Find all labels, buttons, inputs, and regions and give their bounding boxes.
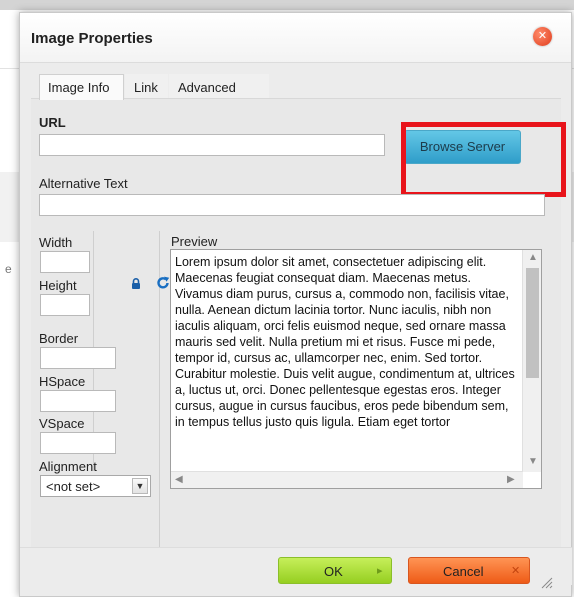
close-icon: ✕ (511, 565, 521, 577)
tab-label: Advanced (178, 80, 236, 95)
reset-size-icon[interactable] (156, 276, 170, 290)
border-input[interactable] (40, 347, 116, 369)
tab-label: Image Info (48, 80, 110, 95)
resize-grip-icon[interactable] (539, 575, 553, 589)
vspace-label: VSpace (39, 416, 85, 431)
scroll-down-icon[interactable]: ▼ (528, 456, 538, 467)
dialog-title: Image Properties (31, 30, 153, 47)
dialog-titlebar[interactable]: Image Properties ✕ (20, 13, 571, 63)
preview-label: Preview (171, 234, 218, 249)
tab-image-info[interactable]: Image Info (39, 74, 124, 100)
width-label: Width (39, 235, 73, 250)
hspace-label: HSpace (39, 374, 86, 389)
ok-label: OK (324, 564, 343, 579)
preview-box[interactable]: Lorem ipsum dolor sit amet, consectetuer… (170, 249, 542, 489)
browse-server-label: Browse Server (419, 139, 506, 154)
lock-icon[interactable] (131, 278, 141, 289)
cancel-label: Cancel (443, 564, 484, 579)
background-top-bar (0, 0, 574, 10)
border-label: Border (39, 331, 79, 346)
tab-advanced[interactable]: Advanced (169, 74, 269, 100)
vspace-input[interactable] (40, 432, 116, 454)
tab-label: Link (134, 80, 158, 95)
tab-link[interactable]: Link (125, 74, 168, 100)
ok-button[interactable]: OK ▸ (278, 557, 392, 584)
preview-vertical-scrollbar[interactable]: ▲ ▼ (522, 250, 541, 472)
url-input[interactable] (39, 134, 385, 156)
alignment-label: Alignment (39, 459, 97, 474)
height-input[interactable] (40, 294, 90, 316)
chevron-down-icon[interactable]: ▼ (132, 478, 148, 494)
alt-text-label: Alternative Text (39, 176, 128, 191)
scroll-up-icon[interactable]: ▲ (528, 252, 538, 263)
browse-server-button[interactable]: Browse Server (404, 130, 521, 164)
background-text-left: e (5, 262, 12, 276)
height-label: Height (39, 278, 77, 293)
alt-text-input[interactable] (39, 194, 545, 216)
cancel-button[interactable]: Cancel ✕ (408, 557, 530, 584)
scrollbar-thumb[interactable] (526, 268, 539, 378)
url-label: URL (39, 115, 66, 130)
scroll-left-icon[interactable]: ◀ (175, 474, 183, 485)
width-input[interactable] (40, 251, 90, 273)
alignment-select[interactable]: <not set> ▼ (40, 475, 151, 497)
close-icon[interactable]: ✕ (533, 27, 552, 46)
alignment-select-value: <not set> (46, 479, 101, 494)
scroll-right-icon[interactable]: ▶ (507, 474, 515, 485)
hspace-input[interactable] (40, 390, 116, 412)
preview-horizontal-scrollbar[interactable]: ◀ ▶ (171, 471, 523, 488)
arrow-right-icon: ▸ (377, 565, 383, 577)
preview-text: Lorem ipsum dolor sit amet, consectetuer… (175, 255, 515, 429)
